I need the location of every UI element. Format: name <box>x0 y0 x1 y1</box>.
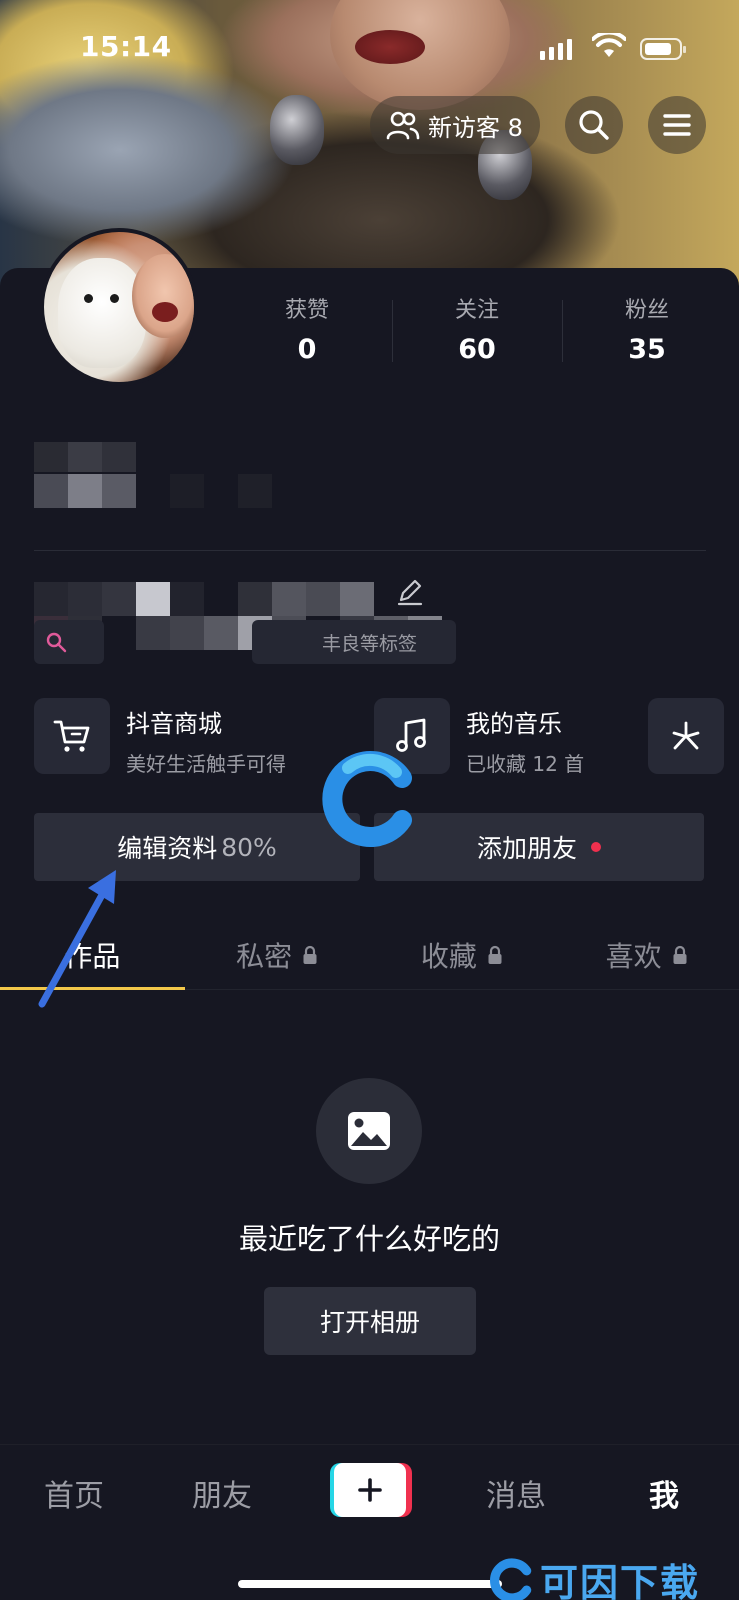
stat-following-value: 60 <box>458 334 496 365</box>
profile-divider <box>34 550 706 551</box>
edit-profile-percent: 80% <box>221 832 277 862</box>
status-time: 15:14 <box>80 30 172 63</box>
annotation-arrow-icon <box>38 870 116 1008</box>
stat-following-label: 关注 <box>454 298 499 323</box>
avatar-dog <box>58 258 146 368</box>
stat-followers-value: 35 <box>628 334 666 365</box>
tab-likes[interactable]: 喜欢 <box>554 920 739 989</box>
wifi-icon <box>592 33 626 57</box>
mall-title[interactable]: 抖音商城 <box>126 704 222 739</box>
nav-home[interactable]: 首页 <box>14 1471 134 1515</box>
home-indicator <box>238 1580 502 1588</box>
stat-followers-label: 粉丝 <box>624 298 669 323</box>
add-friends-button[interactable]: 添加朋友 <box>374 813 704 881</box>
mall-shortcut[interactable] <box>34 698 110 774</box>
people-icon <box>386 111 420 140</box>
empty-state-text: 最近吃了什么好吃的 <box>238 1222 500 1256</box>
stat-following[interactable]: 关注 60 <box>392 292 562 372</box>
music-title[interactable]: 我的音乐 <box>466 704 562 739</box>
add-friends-label: 添加朋友 <box>476 834 577 863</box>
stat-likes[interactable]: 获赞 0 <box>222 292 392 372</box>
tab-favorites-label: 收藏 <box>420 939 477 973</box>
female-icon <box>46 632 67 653</box>
lock-icon <box>488 945 502 964</box>
cellular-signal-icon <box>540 36 572 60</box>
stat-followers[interactable]: 粉丝 35 <box>562 292 732 372</box>
nav-me[interactable]: 我 <box>604 1471 724 1515</box>
cover-earring-left <box>270 95 324 165</box>
new-visitors-label: 新访客 8 <box>428 113 523 142</box>
avatar-mouth <box>152 302 178 322</box>
lock-icon <box>303 945 317 964</box>
tab-private-label: 私密 <box>236 939 293 973</box>
empty-state-icon-container <box>316 1078 422 1184</box>
username-mosaic <box>34 442 284 514</box>
stat-likes-label: 获赞 <box>284 298 329 323</box>
music-subtitle: 已收藏 12 首 <box>466 752 585 776</box>
edit-profile-label: 编辑资料 <box>117 834 218 863</box>
edit-pencil-icon[interactable] <box>396 578 424 606</box>
tab-likes-label: 喜欢 <box>605 939 662 973</box>
watermark-brand-text: 可因下载 <box>540 1561 701 1600</box>
avatar[interactable] <box>40 228 198 386</box>
watermark-logo-icon <box>322 751 412 847</box>
watermark-brand: 可因下载 <box>488 1552 700 1600</box>
avatar-person <box>132 254 194 338</box>
sparkle-icon <box>672 721 700 750</box>
plus-icon <box>358 1478 382 1502</box>
open-album-button[interactable]: 打开相册 <box>264 1287 476 1355</box>
mall-subtitle: 美好生活触手可得 <box>126 752 286 776</box>
new-visitors-button[interactable]: 新访客 8 <box>370 96 540 154</box>
battery-icon <box>640 38 686 60</box>
tab-private[interactable]: 私密 <box>185 920 370 989</box>
more-shortcut[interactable] <box>648 698 724 774</box>
stat-likes-value: 0 <box>297 334 317 365</box>
tag-pill-gender[interactable] <box>34 620 104 664</box>
watermark-small-logo-icon <box>490 1557 532 1600</box>
search-icon <box>579 110 609 140</box>
lock-icon <box>673 945 687 964</box>
tag-pill-text: 丰良等标签 <box>322 633 418 655</box>
nav-messages[interactable]: 消息 <box>456 1471 576 1515</box>
status-bar: 15:14 <box>0 0 739 100</box>
cart-icon <box>53 720 90 752</box>
search-button[interactable] <box>565 96 623 154</box>
profile-stats: 获赞 0 关注 60 粉丝 35 <box>222 292 732 372</box>
image-icon <box>348 1112 390 1150</box>
nav-friends[interactable]: 朋友 <box>162 1471 282 1515</box>
create-button[interactable] <box>330 1463 412 1517</box>
menu-button[interactable] <box>648 96 706 154</box>
notification-dot <box>591 842 601 852</box>
hamburger-menu-icon <box>663 114 691 136</box>
tab-favorites[interactable]: 收藏 <box>370 920 555 989</box>
